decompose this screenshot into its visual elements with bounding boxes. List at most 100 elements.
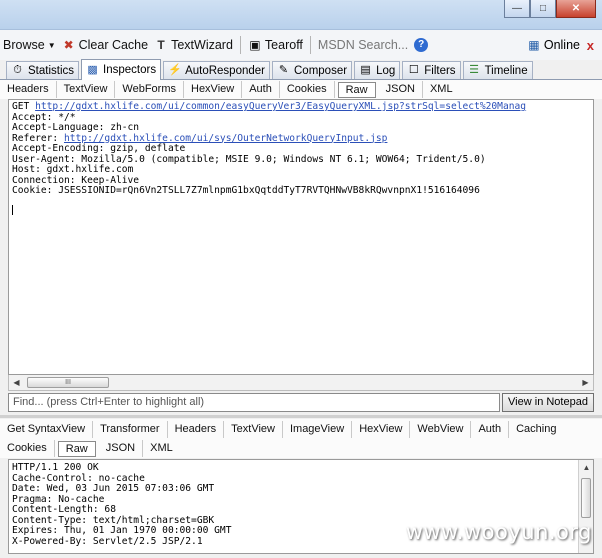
request-tab-headers[interactable]: Headers — [0, 81, 57, 98]
request-tab-json[interactable]: JSON — [379, 81, 423, 98]
response-scrollbar-thumb[interactable] — [581, 478, 591, 518]
browse-label: Browse — [3, 38, 45, 52]
response-tab-auth[interactable]: Auth — [471, 420, 510, 438]
window-close-button[interactable]: ✕ — [556, 0, 596, 18]
request-horizontal-scrollbar[interactable]: ◀ III ▶ — [8, 375, 594, 391]
toolbar: Browse ▼ ✖ Clear Cache T TextWizard ▣ Te… — [0, 30, 602, 60]
tab-log[interactable]: ▤ Log — [354, 61, 401, 79]
tab-inspectors-label: Inspectors — [103, 64, 157, 76]
response-tab-imageview[interactable]: ImageView — [283, 420, 353, 438]
pane-splitter[interactable] — [0, 415, 602, 418]
log-icon: ▤ — [360, 64, 371, 76]
response-tab-hexview[interactable]: HexView — [352, 420, 411, 438]
tab-composer-label: Composer — [294, 64, 348, 77]
response-tab-cookies[interactable]: Cookies — [0, 440, 55, 457]
response-tab-textview[interactable]: TextView — [224, 420, 283, 438]
response-header-pragma: Pragma: No-cache — [12, 493, 105, 505]
clear-cache-label: Clear Cache — [78, 38, 149, 52]
request-tabs: Headers TextView WebForms HexView Auth C… — [0, 80, 602, 99]
maximize-button[interactable]: □ — [530, 0, 556, 18]
tab-inspectors[interactable]: ▩ Inspectors — [81, 59, 162, 80]
request-raw-text: GET http://gdxt.hxlife.com/ui/common/eas… — [9, 100, 593, 199]
tab-autoresponder-label: AutoResponder — [185, 64, 265, 77]
tab-statistics[interactable]: ⏱ Statistics — [6, 61, 80, 79]
referer-url-link[interactable]: http://gdxt.hxlife.com/ui/sys/OuterNetwo… — [64, 133, 387, 144]
header-user-agent: User-Agent: Mozilla/5.0 (compatible; MSI… — [12, 153, 486, 165]
main-tabs: ⏱ Statistics ▩ Inspectors ⚡ AutoResponde… — [0, 59, 602, 80]
timeline-icon: ☰ — [469, 64, 479, 76]
tab-timeline-label: Timeline — [484, 64, 528, 77]
response-header-expires: Expires: Thu, 01 Jan 1970 00:00:00 GMT — [12, 525, 232, 536]
msdn-search-label: MSDN Search... — [317, 38, 409, 52]
find-input[interactable]: Find... (press Ctrl+Enter to highlight a… — [8, 393, 500, 412]
help-icon[interactable]: ? — [414, 38, 429, 52]
request-tab-auth[interactable]: Auth — [242, 81, 280, 98]
minimize-button[interactable]: — — [504, 0, 530, 18]
request-tab-webforms[interactable]: WebForms — [115, 81, 184, 98]
response-header-content-length: Content-Length: 68 — [12, 504, 116, 515]
compose-icon: ✎ — [278, 64, 289, 76]
close-icon[interactable]: x — [587, 38, 594, 53]
toolbar-divider — [239, 36, 241, 54]
view-in-notepad-button[interactable]: View in Notepad — [502, 393, 594, 412]
checkbox-icon: ☐ — [408, 64, 419, 76]
tab-statistics-label: Statistics — [28, 64, 75, 77]
header-host: Host: gdxt.hxlife.com — [12, 164, 134, 175]
scrollbar-grip: III — [65, 379, 71, 386]
request-tab-cookies[interactable]: Cookies — [280, 81, 335, 98]
watermark: www.wooyun.org — [405, 520, 592, 544]
tab-filters[interactable]: ☐ Filters — [402, 61, 461, 79]
header-accept: Accept: */* — [12, 111, 76, 123]
response-tabs-row2: Cookies Raw JSON XML — [0, 439, 602, 458]
header-accept-language: Accept-Language: zh-cn — [12, 122, 140, 133]
request-raw-textarea[interactable]: GET http://gdxt.hxlife.com/ui/common/eas… — [8, 99, 594, 375]
response-header-content-type: Content-Type: text/html;charset=GBK — [12, 514, 215, 526]
request-tab-textview[interactable]: TextView — [57, 81, 116, 98]
response-tab-xml[interactable]: XML — [143, 440, 180, 457]
response-header-date: Date: Wed, 03 Jun 2015 07:03:06 GMT — [12, 483, 215, 494]
window-titlebar: — □ ✕ — [0, 0, 602, 30]
browse-button[interactable]: Browse ▼ — [0, 38, 59, 52]
find-bar: Find... (press Ctrl+Enter to highlight a… — [8, 393, 594, 414]
tab-filters-label: Filters — [424, 64, 456, 77]
textwizard-icon: T — [157, 38, 165, 52]
scroll-left-arrow-icon[interactable]: ◀ — [9, 375, 24, 390]
response-tab-get-syntaxview[interactable]: Get SyntaxView — [0, 420, 94, 438]
lightning-icon: ⚡ — [168, 64, 182, 76]
response-tab-caching[interactable]: Caching — [509, 421, 563, 438]
tab-log-label: Log — [376, 64, 396, 77]
request-tab-raw[interactable]: Raw — [337, 81, 376, 98]
tab-autoresponder[interactable]: ⚡ AutoResponder — [163, 61, 270, 79]
response-header-x-powered-by: X-Powered-By: Servlet/2.5 JSP/2.1 — [12, 535, 203, 547]
tearoff-button[interactable]: ▣ Tearoff — [245, 38, 306, 52]
header-referer-name: Referer: — [12, 132, 64, 144]
response-tab-raw[interactable]: Raw — [57, 440, 96, 457]
scroll-up-arrow-icon[interactable]: ▲ — [579, 460, 593, 475]
online-label: Online — [543, 38, 580, 52]
tab-composer[interactable]: ✎ Composer — [272, 61, 353, 79]
textwizard-label: TextWizard — [171, 38, 233, 52]
clear-cache-button[interactable]: ✖ Clear Cache — [59, 38, 151, 52]
clear-cache-icon: ✖ — [63, 38, 74, 52]
response-tab-webview[interactable]: WebView — [410, 420, 472, 438]
header-cookie: Cookie: JSESSIONID=rQn6Vn2TSLL7Z7mlnpmG1… — [12, 185, 480, 196]
response-tab-transformer[interactable]: Transformer — [93, 420, 168, 438]
online-indicator[interactable]: ▦ Online — [527, 38, 580, 52]
response-status-line: HTTP/1.1 200 OK — [12, 462, 99, 473]
request-url-link[interactable]: http://gdxt.hxlife.com/ui/common/easyQue… — [35, 101, 526, 112]
scrollbar-thumb[interactable]: III — [27, 377, 109, 388]
request-tab-xml[interactable]: XML — [423, 81, 460, 98]
textwizard-button[interactable]: T TextWizard — [151, 38, 236, 52]
request-method: GET — [12, 101, 36, 112]
scroll-right-arrow-icon[interactable]: ▶ — [578, 375, 593, 390]
msdn-search-input[interactable]: MSDN Search... ? — [315, 38, 431, 52]
tab-timeline[interactable]: ☰ Timeline — [462, 61, 533, 79]
request-tab-hexview[interactable]: HexView — [184, 81, 243, 98]
response-tab-json[interactable]: JSON — [99, 440, 144, 457]
stopwatch-icon: ⏱ — [13, 64, 22, 76]
response-tab-headers[interactable]: Headers — [168, 420, 225, 438]
network-online-icon: ▦ — [528, 38, 540, 52]
header-accept-encoding: Accept-Encoding: gzip, deflate — [12, 143, 186, 154]
tearoff-icon: ▣ — [249, 38, 261, 52]
tearoff-label: Tearoff — [264, 38, 303, 52]
